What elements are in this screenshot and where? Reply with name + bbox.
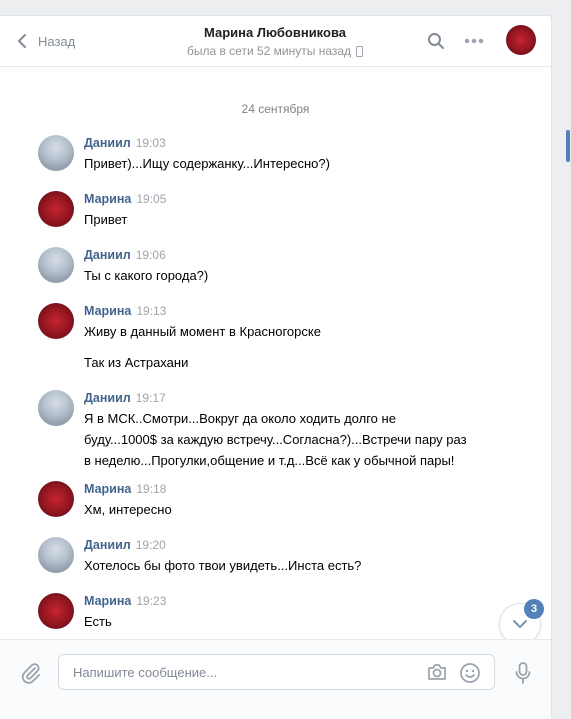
- unread-count-badge[interactable]: 3: [524, 599, 544, 619]
- message-time[interactable]: 19:17: [136, 391, 166, 405]
- message-time[interactable]: 19:18: [136, 482, 166, 496]
- scroll-indicator: [566, 130, 570, 162]
- message-text: Хотелось бы фото твои увидеть...Инста ес…: [84, 558, 362, 573]
- back-label: Назад: [38, 33, 76, 49]
- author-name[interactable]: Марина: [84, 304, 131, 318]
- message-time[interactable]: 19:06: [136, 248, 166, 262]
- message-text: Ты с какого города?): [84, 268, 209, 283]
- chevron-left-icon: [18, 34, 26, 48]
- avatar[interactable]: [38, 247, 74, 283]
- peer-info[interactable]: Марина Любовникова была в сети 52 минуты…: [150, 25, 400, 59]
- message-line: в неделю...Прогулки,общение и т.д...Всё …: [84, 453, 455, 468]
- author-name[interactable]: Даниил: [84, 136, 131, 150]
- message-text: Привет: [84, 212, 128, 227]
- message-text: Привет)...Ищу содержанку...Интересно?): [84, 156, 330, 171]
- message-input-placeholder: Напишите сообщение...: [73, 665, 218, 680]
- peer-status-text: была в сети 52 минуты назад: [186, 44, 352, 58]
- message-meta: Даниил 19:06: [84, 247, 166, 263]
- back-button[interactable]: Назад: [14, 31, 75, 51]
- avatar[interactable]: [38, 537, 74, 573]
- phone-icon: [356, 45, 364, 57]
- message-time[interactable]: 19:05: [136, 192, 166, 206]
- smile-icon[interactable]: [459, 662, 481, 684]
- chat-window: Назад Марина Любовникова была в сети 52 …: [0, 15, 552, 719]
- message-time[interactable]: 19:03: [136, 136, 166, 150]
- more-icon[interactable]: [464, 38, 484, 44]
- message-text: Живу в данный момент в Красногорске: [84, 324, 321, 339]
- message-line: буду...1000$ за каждую встречу...Согласн…: [84, 432, 467, 447]
- message-time[interactable]: 19:23: [136, 594, 166, 608]
- message-text: Так из Астрахани: [84, 355, 189, 370]
- paperclip-icon[interactable]: [20, 662, 42, 684]
- avatar[interactable]: [38, 390, 74, 426]
- message-meta: Даниил 19:17: [84, 390, 166, 406]
- message-meta: Даниил 19:03: [84, 135, 166, 151]
- microphone-icon[interactable]: [513, 661, 533, 685]
- peer-avatar[interactable]: [506, 25, 536, 55]
- peer-name: Марина Любовникова: [203, 25, 347, 40]
- chevron-down-icon: [513, 620, 527, 628]
- message-line: Я в МСК..Смотри...Вокруг да около ходить…: [84, 411, 396, 426]
- message-time[interactable]: 19:13: [136, 304, 166, 318]
- author-name[interactable]: Даниил: [84, 248, 131, 262]
- message-text: Хм, интересно: [84, 502, 172, 517]
- avatar[interactable]: [38, 135, 74, 171]
- chat-header: Назад Марина Любовникова была в сети 52 …: [0, 16, 551, 67]
- avatar[interactable]: [38, 593, 74, 629]
- message-meta: Марина 19:23: [84, 593, 166, 609]
- message-meta: Марина 19:13: [84, 303, 166, 319]
- author-name[interactable]: Марина: [84, 594, 131, 608]
- message-meta: Марина 19:05: [84, 191, 166, 207]
- message-input[interactable]: Напишите сообщение...: [58, 654, 495, 690]
- author-name[interactable]: Даниил: [84, 391, 131, 405]
- message-meta: Даниил 19:20: [84, 537, 166, 553]
- message-text: Я в МСК..Смотри...Вокруг да около ходить…: [84, 408, 467, 471]
- avatar[interactable]: [38, 303, 74, 339]
- author-name[interactable]: Даниил: [84, 538, 131, 552]
- author-name[interactable]: Марина: [84, 192, 131, 206]
- author-name[interactable]: Марина: [84, 482, 131, 496]
- message-composer: Напишите сообщение...: [0, 639, 551, 719]
- search-icon[interactable]: [427, 32, 445, 50]
- date-separator: 24 сентября: [241, 102, 310, 116]
- peer-status: была в сети 52 минуты назад: [150, 43, 400, 59]
- avatar[interactable]: [38, 191, 74, 227]
- message-meta: Марина 19:18: [84, 481, 166, 497]
- right-panel-edge: [552, 0, 571, 718]
- message-time[interactable]: 19:20: [136, 538, 166, 552]
- message-text: Есть: [84, 614, 112, 629]
- camera-icon[interactable]: [426, 662, 448, 682]
- avatar[interactable]: [38, 481, 74, 517]
